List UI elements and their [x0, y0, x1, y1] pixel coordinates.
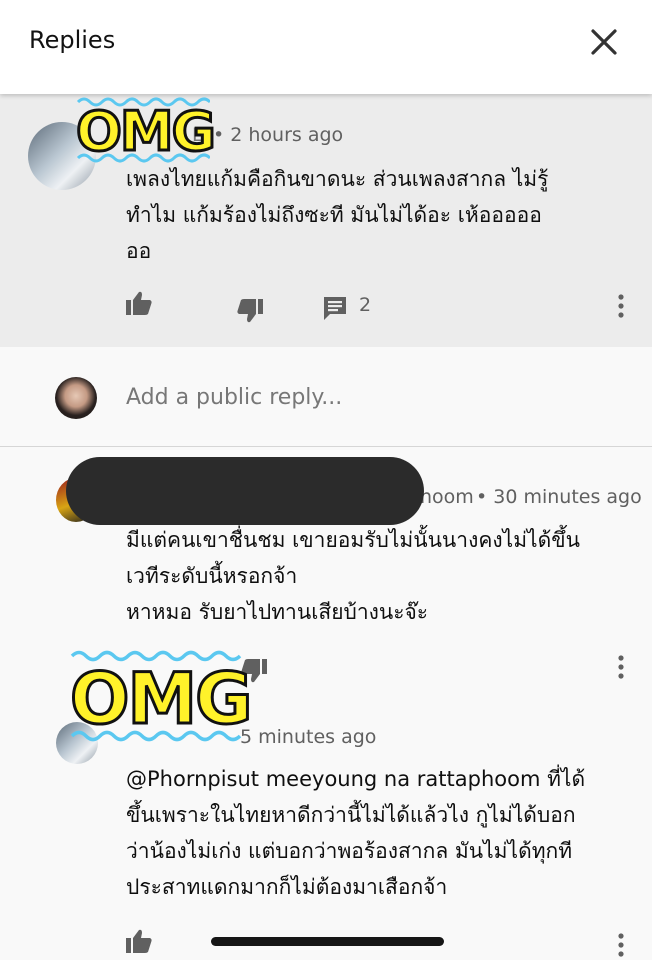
omg-sticker: OMG — [74, 92, 217, 168]
comment-text-line: เวทีระดับนี้หรอกจ้า — [126, 564, 298, 588]
dislike-icon[interactable] — [236, 298, 264, 324]
more-options-icon[interactable] — [616, 654, 626, 680]
comment-text-line: ทำไม แก้มร้องไม่ถึงซะที มันไม่ได้อะ เห้อ… — [126, 203, 542, 227]
comment-text-line: ออ — [126, 239, 152, 263]
omg-text: OMG — [75, 99, 218, 165]
omg-text: OMG — [69, 657, 255, 742]
close-icon[interactable] — [586, 24, 622, 60]
comment-text-line: ว่าน้องไม่เก่ง แต่บอกว่าพอร้องสากล มันไม… — [126, 839, 573, 863]
omg-sticker: OMG — [68, 644, 254, 748]
replies-header: Replies — [0, 0, 652, 94]
reply-count: 2 — [359, 294, 372, 316]
reply-comment-icon[interactable] — [322, 295, 348, 321]
reply-input-row[interactable]: Add a public reply... — [0, 347, 652, 447]
comment-timestamp: • 2 hours ago — [213, 124, 344, 146]
avatar — [55, 377, 97, 419]
comment-text-line: ขึ้นเพราะในไทยหาดีกว่านี้ไม่ได้แล้วไง กู… — [126, 803, 576, 827]
reply-input[interactable]: Add a public reply... — [126, 385, 342, 410]
more-options-icon[interactable] — [616, 293, 626, 319]
more-options-icon[interactable] — [616, 932, 626, 958]
comment-text-line: ประสาทแดกมากก็ไม่ต้องมาเสือกจ้า — [126, 875, 448, 899]
like-icon[interactable] — [125, 290, 153, 316]
comment-timestamp: • 30 minutes ago — [476, 486, 642, 508]
comment-timestamp: 5 minutes ago — [240, 726, 377, 748]
comment-author[interactable]: hoom — [420, 486, 474, 508]
redaction-bar — [66, 457, 424, 525]
like-icon[interactable] — [125, 928, 153, 954]
comment-text-line: @Phornpisut meeyoung na rattaphoom ที่ได… — [126, 767, 586, 791]
comment-text-line: หาหมอ รับยาไปทานเสียบ้างนะจ๊ะ — [126, 600, 429, 624]
home-indicator[interactable] — [211, 937, 444, 946]
comment-text-line: มีแต่คนเขาชื่นชม เขายอมรับไม่นั้นนางคงไม… — [126, 528, 580, 552]
page-title: Replies — [29, 26, 116, 54]
